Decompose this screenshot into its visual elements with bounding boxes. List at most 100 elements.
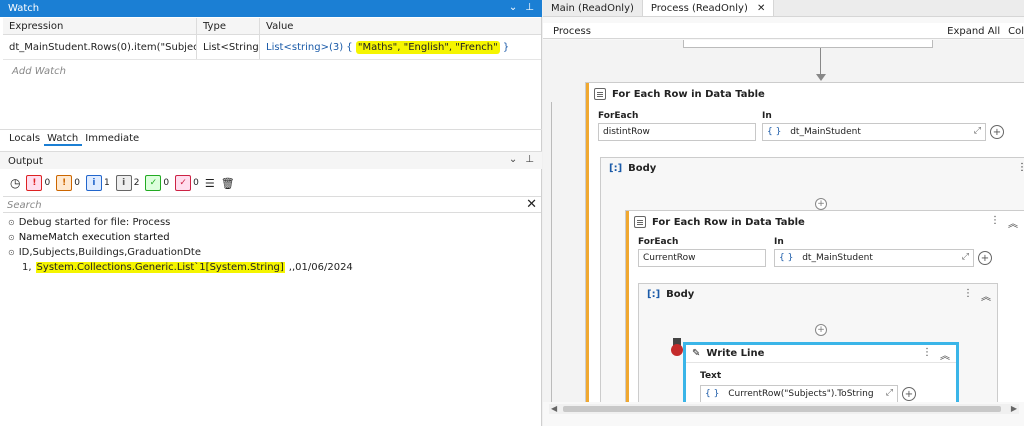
tab-locals[interactable]: Locals [6,130,44,146]
add-activity-button[interactable]: + [815,324,827,336]
filter-errors-button[interactable]: ! 0 [26,175,50,191]
expand-editor-icon[interactable]: ⤢ [886,388,893,398]
column-type[interactable]: Type [197,18,260,34]
expand-editor-icon[interactable]: ⤢ [962,252,969,262]
filter-success-button[interactable]: ✓ 0 [145,175,169,191]
inner-in-value: dt_MainStudent [802,253,873,263]
foreach-row-icon [634,216,646,228]
watch-value-suffix: } [502,42,510,53]
tab-main[interactable]: Main (ReadOnly) [543,0,643,16]
more-options-icon[interactable]: ⋮ [990,215,1000,230]
outer-foreach-title: For Each Row in Data Table [612,88,765,100]
outer-in-field[interactable]: { } dt_MainStudent ⤢ [762,123,986,141]
watch-grid: Expression Type Value dt_MainStudent.Row… [3,18,541,60]
tab-watch[interactable]: Watch [44,130,83,146]
text-label: Text [700,371,722,381]
column-value[interactable]: Value [260,18,541,34]
pin-icon[interactable]: ⊥ [525,2,534,13]
add-argument-button[interactable]: + [990,125,1004,139]
filter-list-icon[interactable]: ☰ [205,177,215,190]
collapse-icon[interactable]: ︽ [981,288,991,303]
breadcrumb-process[interactable]: Process [553,26,591,37]
scroll-left-icon[interactable]: ◀ [551,404,557,413]
scrollbar-thumb[interactable] [563,406,1001,412]
sequence-guide [551,102,552,402]
write-line-header: ✎ Write Line ⋮ ︽ [686,345,956,363]
foreach-row-icon [594,88,606,100]
success-icon: ✓ [145,175,162,191]
inner-foreach-header: For Each Row in Data Table [634,216,805,228]
close-icon[interactable]: ✕ [757,3,765,14]
trace-icon: i [115,175,132,191]
add-activity-button[interactable]: + [815,198,827,210]
inner-foreach-field[interactable]: CurrentRow [638,249,766,267]
designer-pane: Main (ReadOnly) Process (ReadOnly) ✕ Pro… [543,0,1024,426]
close-icon[interactable]: ✕ [526,197,537,212]
collapse-icon[interactable]: ︽ [940,347,950,362]
chevron-down-icon[interactable]: ⌄ [509,2,517,13]
tab-process-label: Process (ReadOnly) [650,3,748,14]
more-options-icon[interactable]: ⋮ [922,347,932,362]
watch-value-items: "Maths", "English", "French" [355,41,500,54]
filter-fail-button[interactable]: ✓ 0 [175,175,199,191]
write-line-title: Write Line [706,348,765,359]
watch-grid-header: Expression Type Value [3,18,541,35]
watch-expression[interactable]: dt_MainStudent.Rows(0).item("Subjects") [3,35,197,59]
breadcrumb: Process Expand All Col [543,23,1024,39]
column-expression[interactable]: Expression [3,18,197,34]
workflow-canvas[interactable]: For Each Row in Data Table ForEach disti… [543,40,1024,402]
add-argument-button[interactable]: + [978,251,992,265]
search-input[interactable]: Search [7,200,42,211]
scroll-right-icon[interactable]: ▶ [1011,404,1017,413]
outer-body-header: [:] Body [609,163,656,174]
more-options-icon[interactable]: ⋮ [963,288,973,303]
warning-count: 0 [74,178,80,188]
watch-row[interactable]: dt_MainStudent.Rows(0).item("Subjects") … [3,35,541,60]
tab-immediate[interactable]: Immediate [82,130,143,146]
more-options-icon[interactable]: ⋮ [1017,162,1024,173]
clock-icon[interactable]: ◷ [10,176,20,190]
add-watch-input[interactable]: Add Watch [12,66,66,77]
previous-activity[interactable] [683,40,933,48]
error-icon: ! [26,175,43,191]
info-dot-icon: ⊙ [8,218,15,227]
expand-editor-icon[interactable]: ⤢ [974,126,981,136]
log-highlight: System.Collections.Generic.List`1[System… [35,262,285,273]
outer-foreach-header: For Each Row in Data Table [594,88,765,100]
collapse-all-button[interactable]: Col [1008,26,1024,37]
output-toolbar: ◷ ! 0 ! 0 i 1 i 2 ✓ 0 ✓ 0 ☰ 🗑 [10,173,235,193]
log-suffix: ,,01/06/2024 [288,262,353,273]
inner-in-field[interactable]: { } dt_MainStudent ⤢ [774,249,974,267]
tab-process[interactable]: Process (ReadOnly) ✕ [642,0,775,16]
pin-icon[interactable]: ⊥ [525,154,534,165]
output-search[interactable]: Search ✕ [3,196,541,213]
text-field[interactable]: { } CurrentRow("Subjects").ToString ⤢ [700,385,898,402]
log-prefix: 1, [22,262,32,273]
filter-warnings-button[interactable]: ! 0 [56,175,80,191]
add-argument-button[interactable]: + [902,387,916,401]
info-dot-icon: ⊙ [8,248,15,257]
breakpoint-icon[interactable] [671,344,683,356]
trash-icon[interactable]: 🗑 [221,177,235,190]
inner-in-label: In [774,237,784,247]
outer-foreach-field[interactable]: distintRow [598,123,756,141]
write-line-activity[interactable]: ✎ Write Line ⋮ ︽ Text { } CurrentRow("Su… [683,342,959,402]
expression-braces-icon: { } [779,253,794,263]
filter-trace-button[interactable]: i 2 [115,175,139,191]
sequence-icon: [:] [647,289,661,300]
text-value: CurrentRow("Subjects").ToString [728,389,874,399]
log-text: NameMatch execution started [18,232,170,243]
log-text: Debug started for file: Process [18,217,171,228]
info-count: 1 [103,178,110,188]
pencil-icon: ✎ [692,348,701,359]
expand-all-button[interactable]: Expand All [947,26,1000,37]
filter-info-button[interactable]: i 1 [85,175,110,191]
expression-braces-icon: { } [767,127,782,137]
collapse-icon[interactable]: ︽ [1008,215,1018,230]
chevron-down-icon[interactable]: ⌄ [509,154,517,165]
watch-panel-title: Watch ⌄ ⊥ [0,0,542,17]
horizontal-scrollbar[interactable]: ◀ ▶ [549,404,1019,414]
outer-foreach-label: ForEach [598,111,639,121]
inner-foreach-label: ForEach [638,237,679,247]
error-count: 0 [44,178,51,188]
